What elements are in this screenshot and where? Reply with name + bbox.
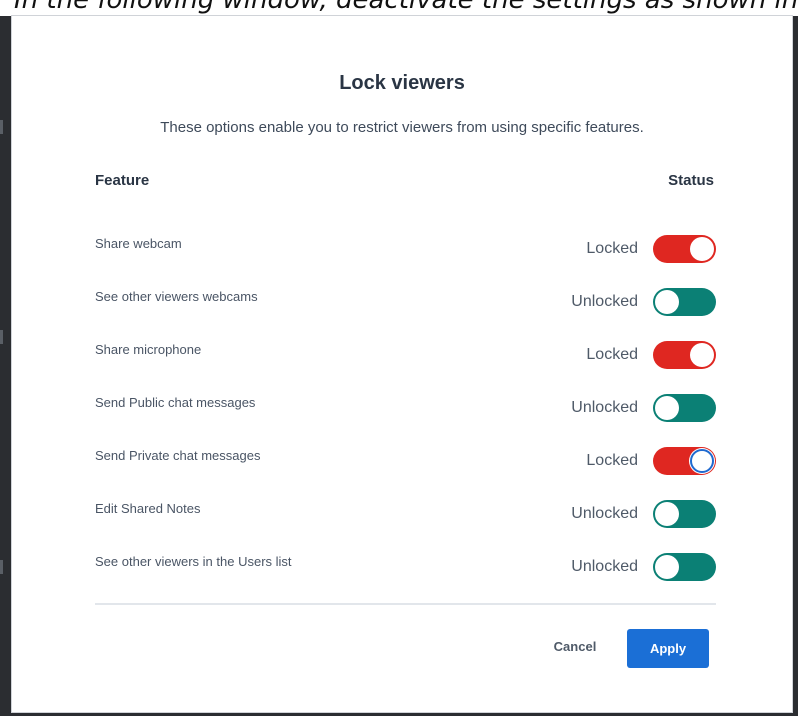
feature-label: Edit Shared Notes: [95, 501, 201, 516]
feature-label: See other viewers in the Users list: [95, 554, 292, 569]
feature-label: Send Public chat messages: [95, 395, 256, 410]
toggle-knob: [690, 449, 714, 473]
toggle-knob: [655, 555, 679, 579]
feature-row-see-other-viewers-in-the-users-list: See other viewers in the Users list Unloc…: [95, 551, 716, 583]
feature-toggle-switch[interactable]: [653, 341, 716, 369]
feature-toggle-switch[interactable]: [653, 500, 716, 528]
feature-status-text: Locked: [586, 346, 638, 363]
toggle-knob: [690, 237, 714, 261]
toggle-knob: [655, 396, 679, 420]
feature-status-text: Unlocked: [571, 293, 638, 310]
feature-row-edit-shared-notes: Edit Shared Notes Unlocked: [95, 498, 716, 530]
cancel-button[interactable]: Cancel: [540, 632, 610, 662]
toggle-knob: [655, 290, 679, 314]
feature-status-text: Unlocked: [571, 399, 638, 416]
apply-button[interactable]: Apply: [627, 629, 709, 668]
feature-row-see-other-viewers-webcams: See other viewers webcams Unlocked: [95, 286, 716, 318]
footer-divider: [95, 603, 716, 605]
dialog-subtitle: These options enable you to restrict vie…: [160, 119, 644, 136]
instruction-caption: In the following window, deactivate the …: [14, 0, 798, 15]
feature-row-share-webcam: Share webcam Locked: [95, 233, 716, 265]
background-edge-mark: [0, 330, 3, 344]
feature-column-header: Feature: [95, 172, 150, 189]
feature-label: Share webcam: [95, 236, 182, 251]
dialog-title: Lock viewers: [339, 72, 465, 94]
toggle-knob: [655, 502, 679, 526]
background-edge-mark: [0, 560, 3, 574]
feature-toggle-switch[interactable]: [653, 394, 716, 422]
feature-toggle-switch[interactable]: [653, 288, 716, 316]
feature-label: Share microphone: [95, 342, 202, 357]
feature-row-send-public-chat-messages: Send Public chat messages Unlocked: [95, 392, 716, 424]
feature-toggle-switch[interactable]: [653, 553, 716, 581]
instruction-caption-strip: In the following window, deactivate the …: [0, 0, 798, 16]
feature-status-text: Locked: [586, 452, 638, 469]
feature-row-share-microphone: Share microphone Locked: [95, 339, 716, 371]
toggle-knob: [690, 343, 714, 367]
status-column-header: Status: [668, 172, 714, 189]
feature-status-text: Unlocked: [571, 558, 638, 575]
feature-status-text: Locked: [586, 240, 638, 257]
lock-viewers-dialog: Lock viewers These options enable you to…: [12, 16, 792, 712]
feature-toggle-switch[interactable]: [653, 235, 716, 263]
feature-label: See other viewers webcams: [95, 289, 258, 304]
feature-row-send-private-chat-messages: Send Private chat messages Locked: [95, 445, 716, 477]
feature-label: Send Private chat messages: [95, 448, 261, 463]
feature-status-text: Unlocked: [571, 505, 638, 522]
background-edge-mark: [0, 120, 3, 134]
feature-toggle-switch[interactable]: [653, 447, 716, 475]
